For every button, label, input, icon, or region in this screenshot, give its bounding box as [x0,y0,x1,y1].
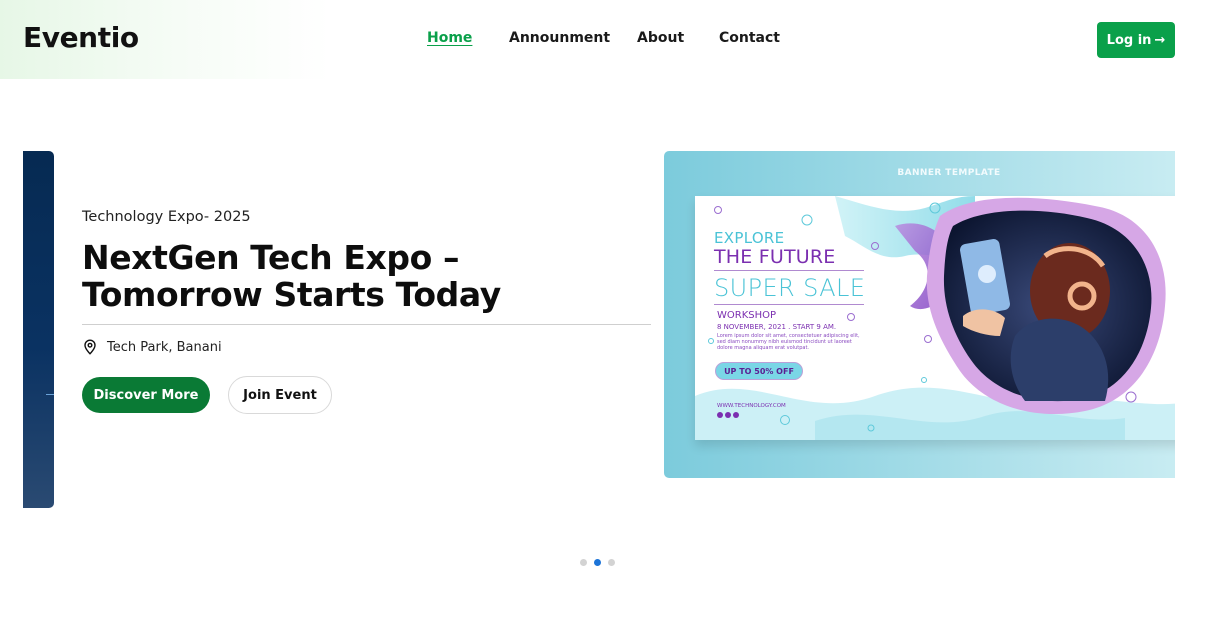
location-text: Tech Park, Banani [107,339,222,355]
discover-more-button[interactable]: Discover More [82,377,210,413]
event-banner-image: BANNER TEMPLATE EXPLORE THE FUTURE SUPER… [664,151,1175,478]
banner-caption: BANNER TEMPLATE [897,168,1001,178]
arrow-right-icon: → [1154,32,1166,48]
previous-slide-peek[interactable] [23,151,54,508]
banner-sale-text: SUPER SALE [714,274,866,302]
banner-date-text: 8 NOVEMBER, 2021 . START 9 AM. [717,323,837,331]
banner-rule [714,270,864,271]
hero-slider: Technology Expo- 2025 NextGen Tech Expo … [0,150,1225,510]
slider-dot-2[interactable] [594,559,601,566]
nav-about-link[interactable]: About [637,30,684,46]
banner-website-text: WWW.TECHNOLOGY.COM [717,403,786,409]
banner-offer-badge: UP TO 50% OFF [715,362,803,380]
twitter-icon [733,412,739,418]
banner-social-icons [717,412,739,418]
slider-dot-1[interactable] [580,559,587,566]
slider-dot-3[interactable] [608,559,615,566]
instagram-icon [717,412,723,418]
title-divider [82,324,651,325]
event-category: Technology Expo- 2025 [82,209,251,225]
main-nav: Home Announment About Contact [0,30,1225,50]
slide-glint [46,394,54,395]
slider-pagination [580,559,615,566]
banner-future-text: THE FUTURE [714,246,836,268]
event-title: NextGen Tech Expo – Tomorrow Starts Toda… [82,238,501,314]
banner-rule [714,304,864,305]
join-event-button[interactable]: Join Event [228,376,332,414]
login-button[interactable]: Log in → [1097,22,1175,58]
location-pin-icon [84,339,96,355]
nav-home-link[interactable]: Home [427,30,472,46]
login-button-label: Log in [1106,32,1152,48]
banner-card: EXPLORE THE FUTURE SUPER SALE WORKSHOP 8… [695,196,1175,440]
banner-workshop-text: WORKSHOP [717,310,777,321]
event-location: Tech Park, Banani [82,339,222,355]
facebook-icon [725,412,731,418]
nav-announcement-link[interactable]: Announment [509,30,610,46]
page: Eventio Home Announment About Contact Lo… [0,0,1225,618]
site-header: Eventio Home Announment About Contact Lo… [0,0,1225,79]
banner-explore-text: EXPLORE [714,229,785,247]
banner-body-text: Lorem ipsum dolor sit amet, consectetuer… [717,333,860,351]
nav-contact-link[interactable]: Contact [719,30,780,46]
